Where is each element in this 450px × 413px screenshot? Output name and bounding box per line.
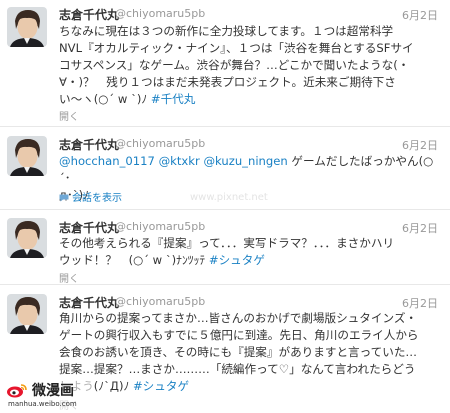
tweet: 志倉千代丸 @chiyomaru5pb 6月2日 その他考えられる『提案』って．… xyxy=(0,210,450,285)
tweet-line: い～ヽ(○´ w `)ﾉ #千代丸 xyxy=(59,91,444,108)
tweet-text: その他考えられる『提案』って．．．実写ドラマ？．．．まさかハリ ウッド！？ (○… xyxy=(59,235,444,269)
conversation-icon xyxy=(59,194,69,202)
author-name[interactable]: 志倉千代丸 xyxy=(59,294,119,311)
hashtag-link[interactable]: #シュタゲ xyxy=(133,379,189,393)
expand-link[interactable]: 開く xyxy=(59,108,79,123)
author-handle[interactable]: @chiyomaru5pb xyxy=(115,295,205,308)
tweet-line: 会食のお誘いを頂き、その時にも『提案』がありますと言っていた… xyxy=(59,345,418,359)
tweet-line: @hocchan_0117 @ktxkr @kuzu_ningen ゲームだした… xyxy=(59,153,444,187)
tweet-line: 提案…提案？…まさか………「続編作って♡」なんて言われたらどう xyxy=(59,362,416,376)
tweet-line: しよう(ﾉ`Д)ﾉ #シュタゲ xyxy=(59,378,444,395)
timestamp[interactable]: 6月2日 xyxy=(402,295,438,311)
hashtag-link[interactable]: #シュタゲ xyxy=(209,253,265,267)
tweet-line: 角川からの提案ってまさか…皆さんのおかげで劇場版シュタインズ・ xyxy=(59,311,418,325)
timeline: 志倉千代丸 @chiyomaru5pb 6月2日 ちなみに現在は３つの新作に全力… xyxy=(0,0,450,413)
tweet-line: ゲートの興行収入もすでに５億円に到達。先日、角川のエライ人から xyxy=(59,328,419,342)
show-conversation-label: 会話を表示 xyxy=(72,193,122,204)
avatar[interactable] xyxy=(7,7,47,47)
avatar[interactable] xyxy=(7,136,47,176)
timestamp[interactable]: 6月2日 xyxy=(402,7,438,23)
tweet-line: ちなみに現在は３つの新作に全力投球してます。１つは超常科学 xyxy=(59,24,394,38)
watermark-title: 微漫画 xyxy=(32,383,74,399)
author-name[interactable]: 志倉千代丸 xyxy=(59,136,119,153)
tweet-line: NVL『オカルティック・ナイン』、１つは「渋谷を舞台とするSFサイ xyxy=(59,41,414,55)
hashtag-link[interactable]: #千代丸 xyxy=(151,92,196,106)
tweet-text-segment: ウッド！？ (○´ w `)ﾅﾝﾂｯﾃ xyxy=(59,253,206,267)
mention-links[interactable]: @hocchan_0117 @ktxkr @kuzu_ningen xyxy=(59,154,288,168)
timestamp[interactable]: 6月2日 xyxy=(402,220,438,236)
timestamp[interactable]: 6月2日 xyxy=(402,137,438,153)
tweet-line: ∀・)？ 残り１つはまだ未発表プロジェクト。近未来ご期待下さ xyxy=(59,75,396,89)
tweet: 志倉千代丸 @chiyomaru5pb 6月2日 ちなみに現在は３つの新作に全力… xyxy=(0,0,450,127)
tweet-text: 角川からの提案ってまさか…皆さんのおかげで劇場版シュタインズ・ ゲートの興行収入… xyxy=(59,310,444,395)
tweet-text-segment: い～ヽ(○´ w `)ﾉ xyxy=(59,92,148,106)
tweet-line: コサスペンス」なゲーム。渋谷が舞台？…どこかで聞いたような(・ xyxy=(59,58,410,72)
tweet-line: ウッド！？ (○´ w `)ﾅﾝﾂｯﾃ #シュタゲ xyxy=(59,252,444,269)
watermark: 微漫画 manhua.weibo.com xyxy=(2,380,92,413)
show-conversation-link[interactable]: 会話を表示 xyxy=(59,189,122,204)
expand-link[interactable]: 開く xyxy=(59,270,79,285)
weibo-logo-icon xyxy=(7,384,27,398)
author-handle[interactable]: @chiyomaru5pb xyxy=(115,7,205,20)
tweet-line: その他考えられる『提案』って．．．実写ドラマ？．．．まさかハリ xyxy=(59,236,395,250)
avatar[interactable] xyxy=(7,218,47,258)
author-name[interactable]: 志倉千代丸 xyxy=(59,219,119,236)
watermark-url: www.pixnet.net xyxy=(190,192,268,203)
tweet-text: ちなみに現在は３つの新作に全力投球してます。１つは超常科学 NVL『オカルティッ… xyxy=(59,23,444,108)
author-handle[interactable]: @chiyomaru5pb xyxy=(115,137,205,150)
author-handle[interactable]: @chiyomaru5pb xyxy=(115,220,205,233)
avatar[interactable] xyxy=(7,294,47,334)
author-name[interactable]: 志倉千代丸 xyxy=(59,6,119,23)
watermark-source-url: manhua.weibo.com xyxy=(8,400,77,408)
